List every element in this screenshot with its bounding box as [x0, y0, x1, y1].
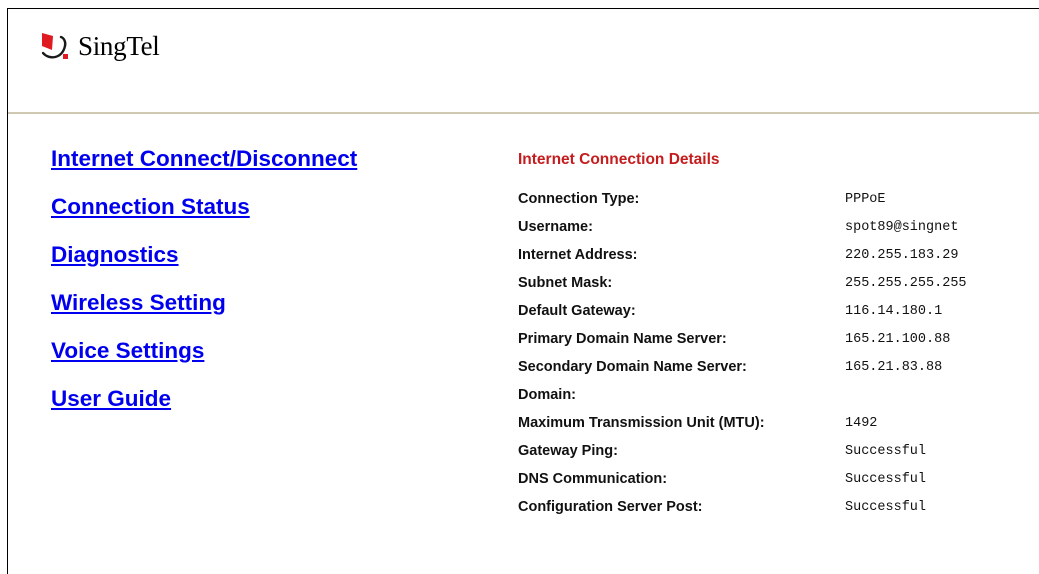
detail-value: 116.14.180.1	[845, 304, 943, 319]
detail-row-mtu: Maximum Transmission Unit (MTU): 1492	[518, 413, 877, 441]
main-nav: Internet Connect/Disconnect Connection S…	[51, 146, 357, 434]
nav-link-wireless-setting[interactable]: Wireless Setting	[51, 290, 357, 338]
header-divider	[8, 112, 1039, 114]
detail-label: Username:	[518, 219, 593, 235]
detail-value: 165.21.83.88	[845, 360, 943, 375]
nav-link-internet-connect-disconnect[interactable]: Internet Connect/Disconnect	[51, 146, 357, 194]
connection-details-title: Internet Connection Details	[518, 151, 720, 168]
nav-link-voice-settings[interactable]: Voice Settings	[51, 338, 357, 386]
detail-value: Successful	[845, 444, 927, 459]
detail-value: Successful	[845, 500, 927, 515]
detail-row-primary-dns: Primary Domain Name Server: 165.21.100.8…	[518, 329, 950, 357]
detail-label: DNS Communication:	[518, 471, 668, 487]
detail-row-domain: Domain:	[518, 385, 720, 413]
detail-row-secondary-dns: Secondary Domain Name Server: 165.21.83.…	[518, 357, 942, 385]
detail-label: Connection Type:	[518, 191, 640, 207]
detail-label: Default Gateway:	[518, 303, 636, 319]
detail-label: Internet Address:	[518, 247, 638, 263]
detail-row-dns-communication: DNS Communication: Successful	[518, 469, 926, 497]
detail-label: Domain:	[518, 387, 576, 403]
detail-value: 255.255.255.255	[845, 276, 967, 291]
detail-value: Successful	[845, 472, 927, 487]
detail-label: Gateway Ping:	[518, 443, 618, 459]
detail-row-username: Username: spot89@singnet	[518, 217, 958, 245]
nav-link-diagnostics[interactable]: Diagnostics	[51, 242, 357, 290]
detail-label: Primary Domain Name Server:	[518, 331, 727, 347]
detail-row-connection-type: Connection Type: PPPoE	[518, 189, 886, 217]
detail-row-subnet-mask: Subnet Mask: 255.255.255.255	[518, 273, 967, 301]
detail-label: Secondary Domain Name Server:	[518, 359, 747, 375]
singtel-logo-icon	[41, 32, 68, 59]
detail-value: 1492	[845, 416, 878, 431]
singtel-logo: SingTel	[40, 31, 160, 62]
nav-link-user-guide[interactable]: User Guide	[51, 386, 357, 434]
detail-value: 165.21.100.88	[845, 332, 951, 347]
detail-value: spot89@singnet	[845, 220, 959, 235]
nav-link-connection-status[interactable]: Connection Status	[51, 194, 357, 242]
detail-label: Subnet Mask:	[518, 275, 613, 291]
detail-row-default-gateway: Default Gateway: 116.14.180.1	[518, 301, 942, 329]
detail-row-gateway-ping: Gateway Ping: Successful	[518, 441, 926, 469]
detail-value: 220.255.183.29	[845, 248, 959, 263]
detail-row-internet-address: Internet Address: 220.255.183.29	[518, 245, 958, 273]
detail-value: PPPoE	[845, 192, 886, 207]
detail-row-configuration-server-post: Configuration Server Post: Successful	[518, 497, 926, 525]
brand-name: SingTel	[78, 31, 160, 61]
detail-label: Maximum Transmission Unit (MTU):	[518, 415, 765, 431]
detail-label: Configuration Server Post:	[518, 499, 703, 515]
header: SingTel	[8, 9, 1039, 112]
connection-details-panel: Internet Connection Details Connection T…	[518, 150, 967, 525]
